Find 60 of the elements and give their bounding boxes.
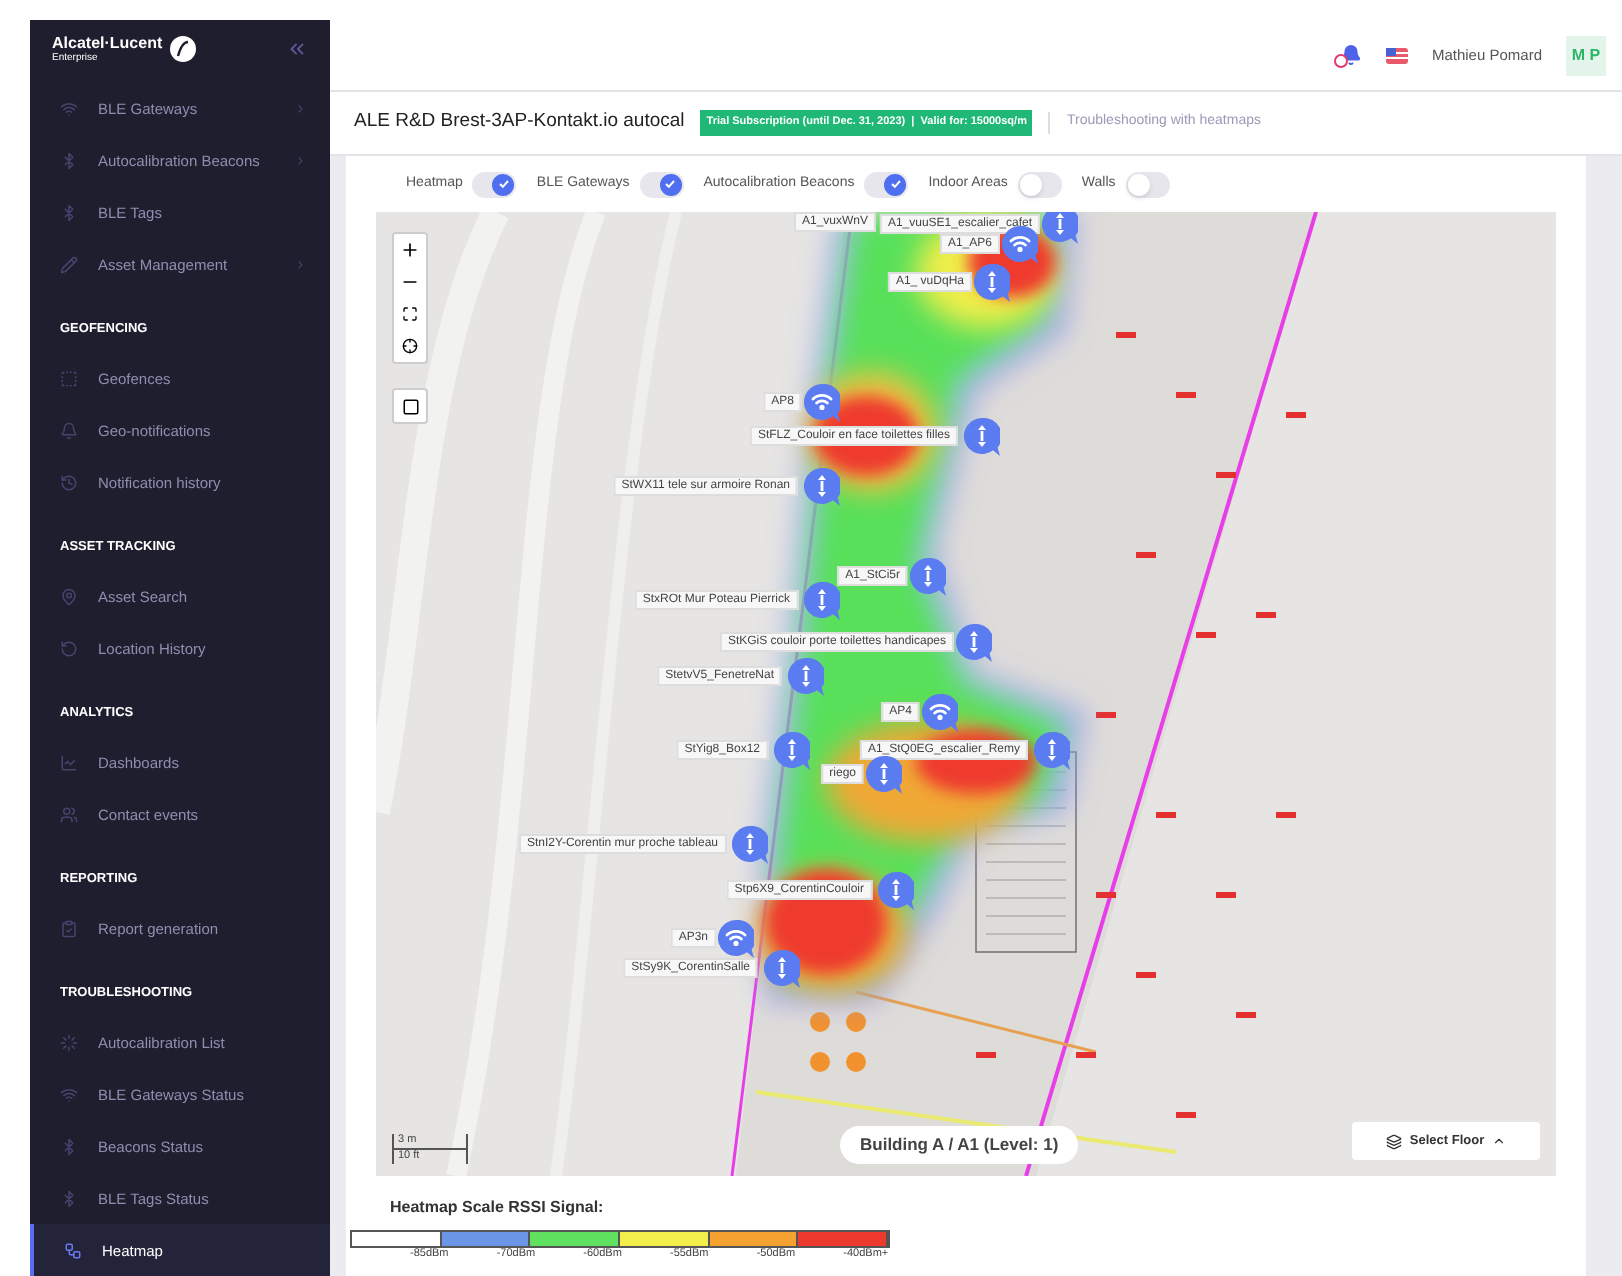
map-pin-icon: [60, 587, 78, 605]
wifi-pin-icon[interactable]: [1002, 226, 1038, 264]
notification-badge: [1333, 54, 1348, 68]
check-icon: [889, 178, 902, 190]
table-chairs-drawing: [810, 1012, 866, 1072]
check-icon: [664, 178, 677, 190]
wifi-pin-icon[interactable]: [804, 384, 840, 422]
beacon-pin-icon[interactable]: [910, 558, 946, 596]
wifi-icon: [60, 99, 78, 117]
beacon-pin-icon[interactable]: [878, 872, 914, 910]
line-chart-icon: [60, 753, 78, 771]
rotate-icon: [60, 639, 78, 657]
bell-icon[interactable]: [1339, 44, 1362, 66]
beacon-pin-icon[interactable]: [866, 756, 902, 794]
beacon-pin-icon[interactable]: [1042, 212, 1078, 244]
toggle-switch[interactable]: [1125, 171, 1170, 197]
chevron-up-icon: [1492, 1134, 1507, 1148]
layers-icon: [1385, 1133, 1402, 1149]
site-title: ALE R&D Brest-3AP-Kontakt.io autocal: [354, 108, 685, 137]
logo-icon: [170, 36, 197, 62]
wifi-pin-icon[interactable]: [922, 694, 958, 732]
square-icon: [401, 397, 419, 415]
nodes-icon: [64, 1241, 82, 1259]
beacon-pin-icon[interactable]: [1034, 732, 1070, 770]
legend-title: Heatmap Scale RSSI Signal:: [390, 1196, 606, 1220]
beacon-pin-icon[interactable]: [964, 418, 1000, 456]
flag-icon[interactable]: [1385, 47, 1408, 63]
toggle-switch[interactable]: [639, 171, 684, 197]
beacon-pin-icon[interactable]: [774, 732, 810, 770]
beacon-pin-icon[interactable]: [956, 624, 992, 662]
loader-icon: [60, 1033, 78, 1051]
bluetooth-icon: [60, 1137, 78, 1155]
beacon-pin-icon[interactable]: [732, 826, 768, 864]
wifi-pin-icon[interactable]: [718, 920, 754, 958]
fit-view-icon: [402, 306, 418, 322]
bluetooth-icon: [60, 1189, 78, 1207]
toggle-switch[interactable]: [864, 171, 909, 197]
beacon-pin-icon[interactable]: [804, 468, 840, 506]
collapse-icon[interactable]: [286, 38, 308, 60]
brand-name: Alcatel·Lucent: [52, 35, 163, 51]
history-icon: [60, 473, 78, 491]
beacon-pin-icon[interactable]: [764, 950, 800, 988]
users-icon: [60, 805, 78, 823]
beacon-pin-icon[interactable]: [974, 264, 1010, 302]
toggle-switch[interactable]: [472, 171, 517, 197]
dashed-square-icon: [60, 369, 78, 387]
toggle-switch[interactable]: [1017, 171, 1062, 197]
layer-toggle-button[interactable]: [392, 388, 428, 424]
crosshair-icon: [402, 338, 418, 354]
bell-icon: [60, 421, 78, 439]
wifi-icon: [60, 1085, 78, 1103]
bluetooth-icon: [60, 203, 78, 221]
beacon-pin-icon[interactable]: [788, 658, 824, 696]
beacon-pin-icon[interactable]: [804, 582, 840, 620]
plus-icon: [400, 240, 420, 260]
bluetooth-icon: [60, 151, 78, 169]
check-icon: [497, 178, 510, 190]
pencil-icon: [60, 255, 78, 273]
clipboard-icon: [60, 919, 78, 937]
floor-label: Building A / A1 (Level: 1): [840, 1126, 1079, 1164]
